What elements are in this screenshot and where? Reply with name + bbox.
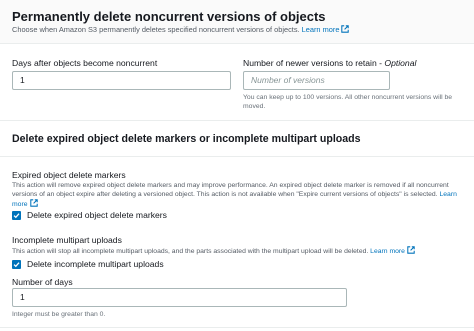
- multipart-days-label: Number of days: [12, 277, 73, 287]
- section-divider: [0, 120, 474, 121]
- noncurrent-description: Choose when Amazon S3 permanently delete…: [12, 25, 350, 34]
- markers-checkbox-label: Delete expired object delete markers: [27, 210, 167, 220]
- bottom-divider: [0, 327, 474, 328]
- versions-label: Number of newer versions to retain - Opt…: [243, 58, 417, 68]
- noncurrent-title: Permanently delete noncurrent versions o…: [12, 9, 326, 24]
- multipart-days-input[interactable]: 1: [12, 288, 347, 307]
- expired-section-title: Delete expired object delete markers or …: [12, 133, 361, 145]
- external-link-icon: [29, 199, 38, 207]
- versions-input[interactable]: Number of versions: [243, 71, 390, 90]
- markers-checkbox[interactable]: [12, 210, 21, 220]
- markers-description: This action will remove expired object d…: [12, 182, 457, 208]
- section2-divider: [0, 156, 474, 157]
- noncurrent-days-label: Days after objects become noncurrent: [12, 58, 158, 68]
- external-link-icon: [341, 25, 350, 33]
- noncurrent-learn-more-link[interactable]: Learn more: [302, 25, 350, 34]
- checkmark-icon: [13, 261, 20, 267]
- noncurrent-header: Permanently delete noncurrent versions o…: [0, 0, 474, 44]
- multipart-learn-more-link[interactable]: Learn more: [370, 246, 415, 255]
- markers-checkbox-row[interactable]: Delete expired object delete markers: [12, 210, 167, 220]
- multipart-description: This action will stop all incomplete mul…: [12, 246, 467, 256]
- multipart-title: Incomplete multipart uploads: [12, 235, 122, 245]
- multipart-days-hint: Integer must be greater than 0.: [12, 311, 106, 318]
- versions-hint: You can keep up to 100 versions. All oth…: [243, 94, 453, 110]
- multipart-checkbox-row[interactable]: Delete incomplete multipart uploads: [12, 259, 164, 269]
- markers-title: Expired object delete markers: [12, 170, 126, 180]
- multipart-checkbox[interactable]: [12, 259, 21, 269]
- multipart-checkbox-label: Delete incomplete multipart uploads: [27, 259, 164, 269]
- checkmark-icon: [13, 212, 20, 218]
- noncurrent-days-input[interactable]: 1: [12, 71, 231, 90]
- external-link-icon: [407, 246, 415, 254]
